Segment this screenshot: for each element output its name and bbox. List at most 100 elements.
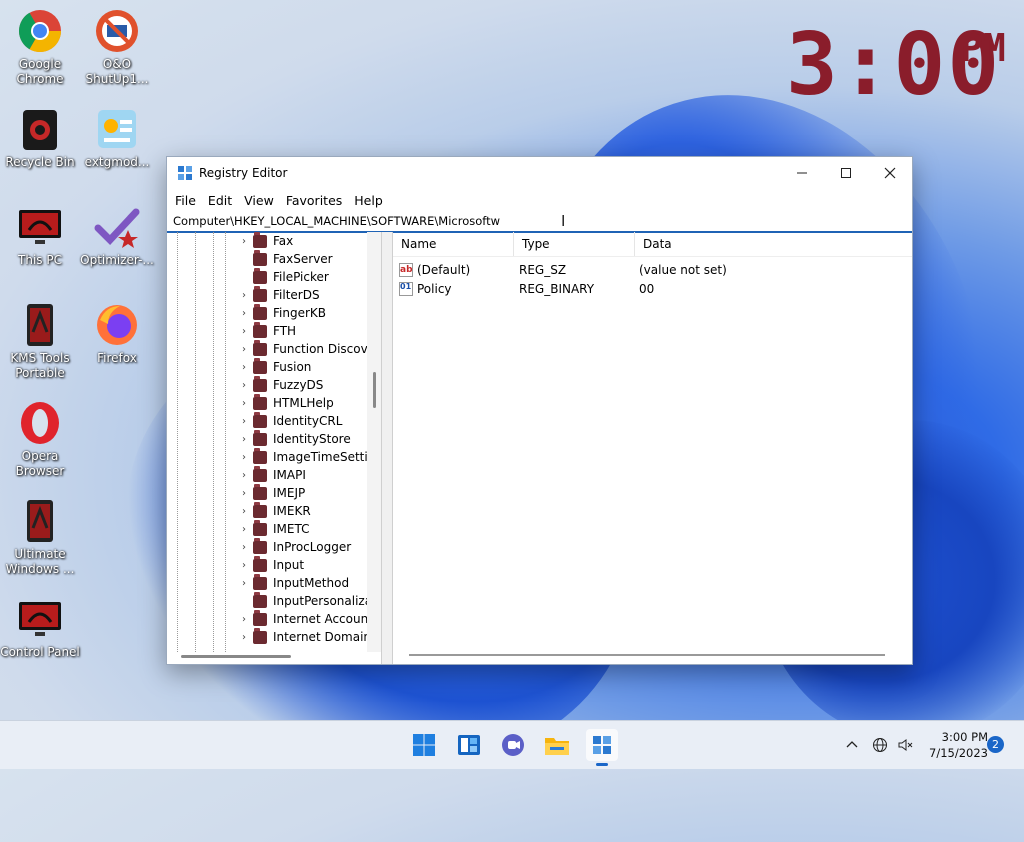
tree-item[interactable]: › FuzzyDS <box>237 375 323 394</box>
key-tree-pane[interactable]: › Fax FaxServer FilePicker › FilterDS › FingerK… <box>167 232 382 664</box>
close-button[interactable] <box>868 157 912 189</box>
folder-icon <box>253 357 267 374</box>
desktop-icon-kms-tools[interactable]: KMS Tools Portable <box>0 302 80 381</box>
chevron-right-icon[interactable]: › <box>237 416 251 427</box>
tree-item[interactable]: › Fusion <box>237 357 311 376</box>
desktop-icon-label: Recycle Bin <box>5 155 75 169</box>
ultimate-windows-icon <box>17 498 63 544</box>
tree-item-label: Internet Domains <box>273 630 378 644</box>
chevron-right-icon[interactable]: › <box>237 308 251 319</box>
tree-scroll-thumb[interactable] <box>373 372 376 408</box>
tree-item[interactable]: › IMETC <box>237 519 309 538</box>
value-row[interactable]: ab (Default) REG_SZ (value not set) <box>393 260 912 279</box>
chevron-right-icon[interactable]: › <box>237 578 251 589</box>
tree-item[interactable]: › InputMethod <box>237 573 349 592</box>
desktop-icon-label: Control Panel <box>0 645 80 659</box>
tree-item[interactable]: › IdentityCRL <box>237 411 343 430</box>
desktop-icon-optimizer[interactable]: Optimizer-... <box>77 204 157 268</box>
chevron-right-icon[interactable]: › <box>237 632 251 643</box>
volume-button[interactable] <box>895 735 915 755</box>
file-explorer-button[interactable] <box>541 729 573 761</box>
tree-vertical-scrollbar[interactable] <box>367 232 381 652</box>
desktop-icon-control-panel[interactable]: Control Panel <box>0 596 80 660</box>
widgets-button[interactable] <box>453 729 485 761</box>
tree-item[interactable]: › Internet Account <box>237 609 373 628</box>
column-data[interactable]: Data <box>635 232 793 256</box>
registry-editor-taskbar-button[interactable] <box>586 729 618 761</box>
column-name[interactable]: Name <box>393 232 514 256</box>
value-row[interactable]: 011 Policy REG_BINARY 00 <box>393 279 912 298</box>
chat-button[interactable] <box>497 729 529 761</box>
tree-horizontal-scrollbar[interactable] <box>181 655 291 658</box>
desktop-icon-extgmod[interactable]: extgmod... <box>77 106 157 170</box>
tree-item-label: IdentityCRL <box>273 414 343 428</box>
show-hidden-icons-button[interactable] <box>842 735 862 755</box>
menu-help[interactable]: Help <box>348 193 389 208</box>
tree-item[interactable]: › HTMLHelp <box>237 393 334 412</box>
chevron-right-icon[interactable]: › <box>237 470 251 481</box>
tree-item[interactable]: FaxServer <box>237 249 333 268</box>
chevron-right-icon[interactable]: › <box>237 326 251 337</box>
tree-item[interactable]: › IdentityStore <box>237 429 351 448</box>
desktop-icon-firefox[interactable]: Firefox <box>77 302 157 366</box>
tree-item[interactable]: › Input <box>237 555 304 574</box>
desktop-icon-oo-shutup[interactable]: O&O ShutUp1... <box>77 8 157 87</box>
desktop-icon-opera[interactable]: Opera Browser <box>0 400 80 479</box>
menu-edit[interactable]: Edit <box>202 193 238 208</box>
chevron-right-icon[interactable]: › <box>237 362 251 373</box>
tree-item[interactable]: › IMEKR <box>237 501 311 520</box>
tree-item[interactable]: › ImageTimeSetting <box>237 447 381 466</box>
maximize-button[interactable] <box>824 157 868 189</box>
desktop-icon-recycle-bin[interactable]: Recycle Bin <box>0 106 80 170</box>
pane-splitter[interactable] <box>382 232 393 664</box>
network-button[interactable] <box>870 735 890 755</box>
tree-item[interactable]: › FilterDS <box>237 285 320 304</box>
tree-item[interactable]: › Fax <box>237 232 293 250</box>
folder-icon <box>253 609 267 626</box>
taskbar-clock[interactable]: 3:00 PM 7/15/2023 <box>918 729 988 761</box>
values-pane[interactable]: Name Type Data ab (Default) REG_SZ (value n… <box>393 232 912 664</box>
desktop-icon-this-pc[interactable]: This PC <box>0 204 80 268</box>
chevron-right-icon[interactable]: › <box>237 506 251 517</box>
menu-view[interactable]: View <box>238 193 280 208</box>
address-text[interactable]: Computer\HKEY_LOCAL_MACHINE\SOFTWARE\Mic… <box>173 214 500 228</box>
menu-favorites[interactable]: Favorites <box>280 193 348 208</box>
chevron-right-icon[interactable]: › <box>237 524 251 535</box>
chevron-right-icon[interactable]: › <box>237 488 251 499</box>
menu-file[interactable]: File <box>169 193 202 208</box>
tree-item[interactable]: › IMEJP <box>237 483 305 502</box>
column-type[interactable]: Type <box>514 232 635 256</box>
chevron-right-icon[interactable]: › <box>237 236 251 247</box>
chevron-right-icon[interactable]: › <box>237 614 251 625</box>
folder-icon <box>253 537 267 554</box>
tree-item[interactable]: › FingerKB <box>237 303 326 322</box>
tree-item[interactable]: › Internet Domains <box>237 627 378 646</box>
desktop-icon-ultimate-windows[interactable]: Ultimate Windows ... <box>0 498 80 577</box>
chevron-right-icon[interactable]: › <box>237 344 251 355</box>
text-cursor-icon: I <box>561 212 566 230</box>
tree-item[interactable]: › Function Discover <box>237 339 380 358</box>
notification-badge[interactable]: 2 <box>987 736 1004 753</box>
registry-editor-window[interactable]: Registry Editor File Edit View Favorites… <box>166 156 913 665</box>
chevron-right-icon[interactable]: › <box>237 398 251 409</box>
tree-item[interactable]: › IMAPI <box>237 465 306 484</box>
tree-item-label: Internet Account <box>273 612 373 626</box>
chevron-right-icon[interactable]: › <box>237 452 251 463</box>
tree-item[interactable]: FilePicker <box>237 267 329 286</box>
tree-item[interactable]: › InProcLogger <box>237 537 351 556</box>
title-bar[interactable]: Registry Editor <box>167 157 912 189</box>
tree-item[interactable]: InputPersonalizati <box>237 591 380 610</box>
desktop-icon-chrome[interactable]: Google Chrome <box>0 8 80 87</box>
chevron-right-icon[interactable]: › <box>237 434 251 445</box>
chevron-right-icon[interactable]: › <box>237 542 251 553</box>
tree-item[interactable]: › FTH <box>237 321 296 340</box>
chevron-right-icon[interactable]: › <box>237 380 251 391</box>
chevron-right-icon[interactable]: › <box>237 290 251 301</box>
kms-tools-icon <box>17 302 63 348</box>
taskbar-date: 7/15/2023 <box>929 746 988 760</box>
chevron-right-icon[interactable]: › <box>237 560 251 571</box>
values-horizontal-scrollbar[interactable] <box>409 654 885 656</box>
start-button[interactable] <box>408 729 440 761</box>
address-bar[interactable]: Computer\HKEY_LOCAL_MACHINE\SOFTWARE\Mic… <box>167 211 912 233</box>
minimize-button[interactable] <box>780 157 824 189</box>
